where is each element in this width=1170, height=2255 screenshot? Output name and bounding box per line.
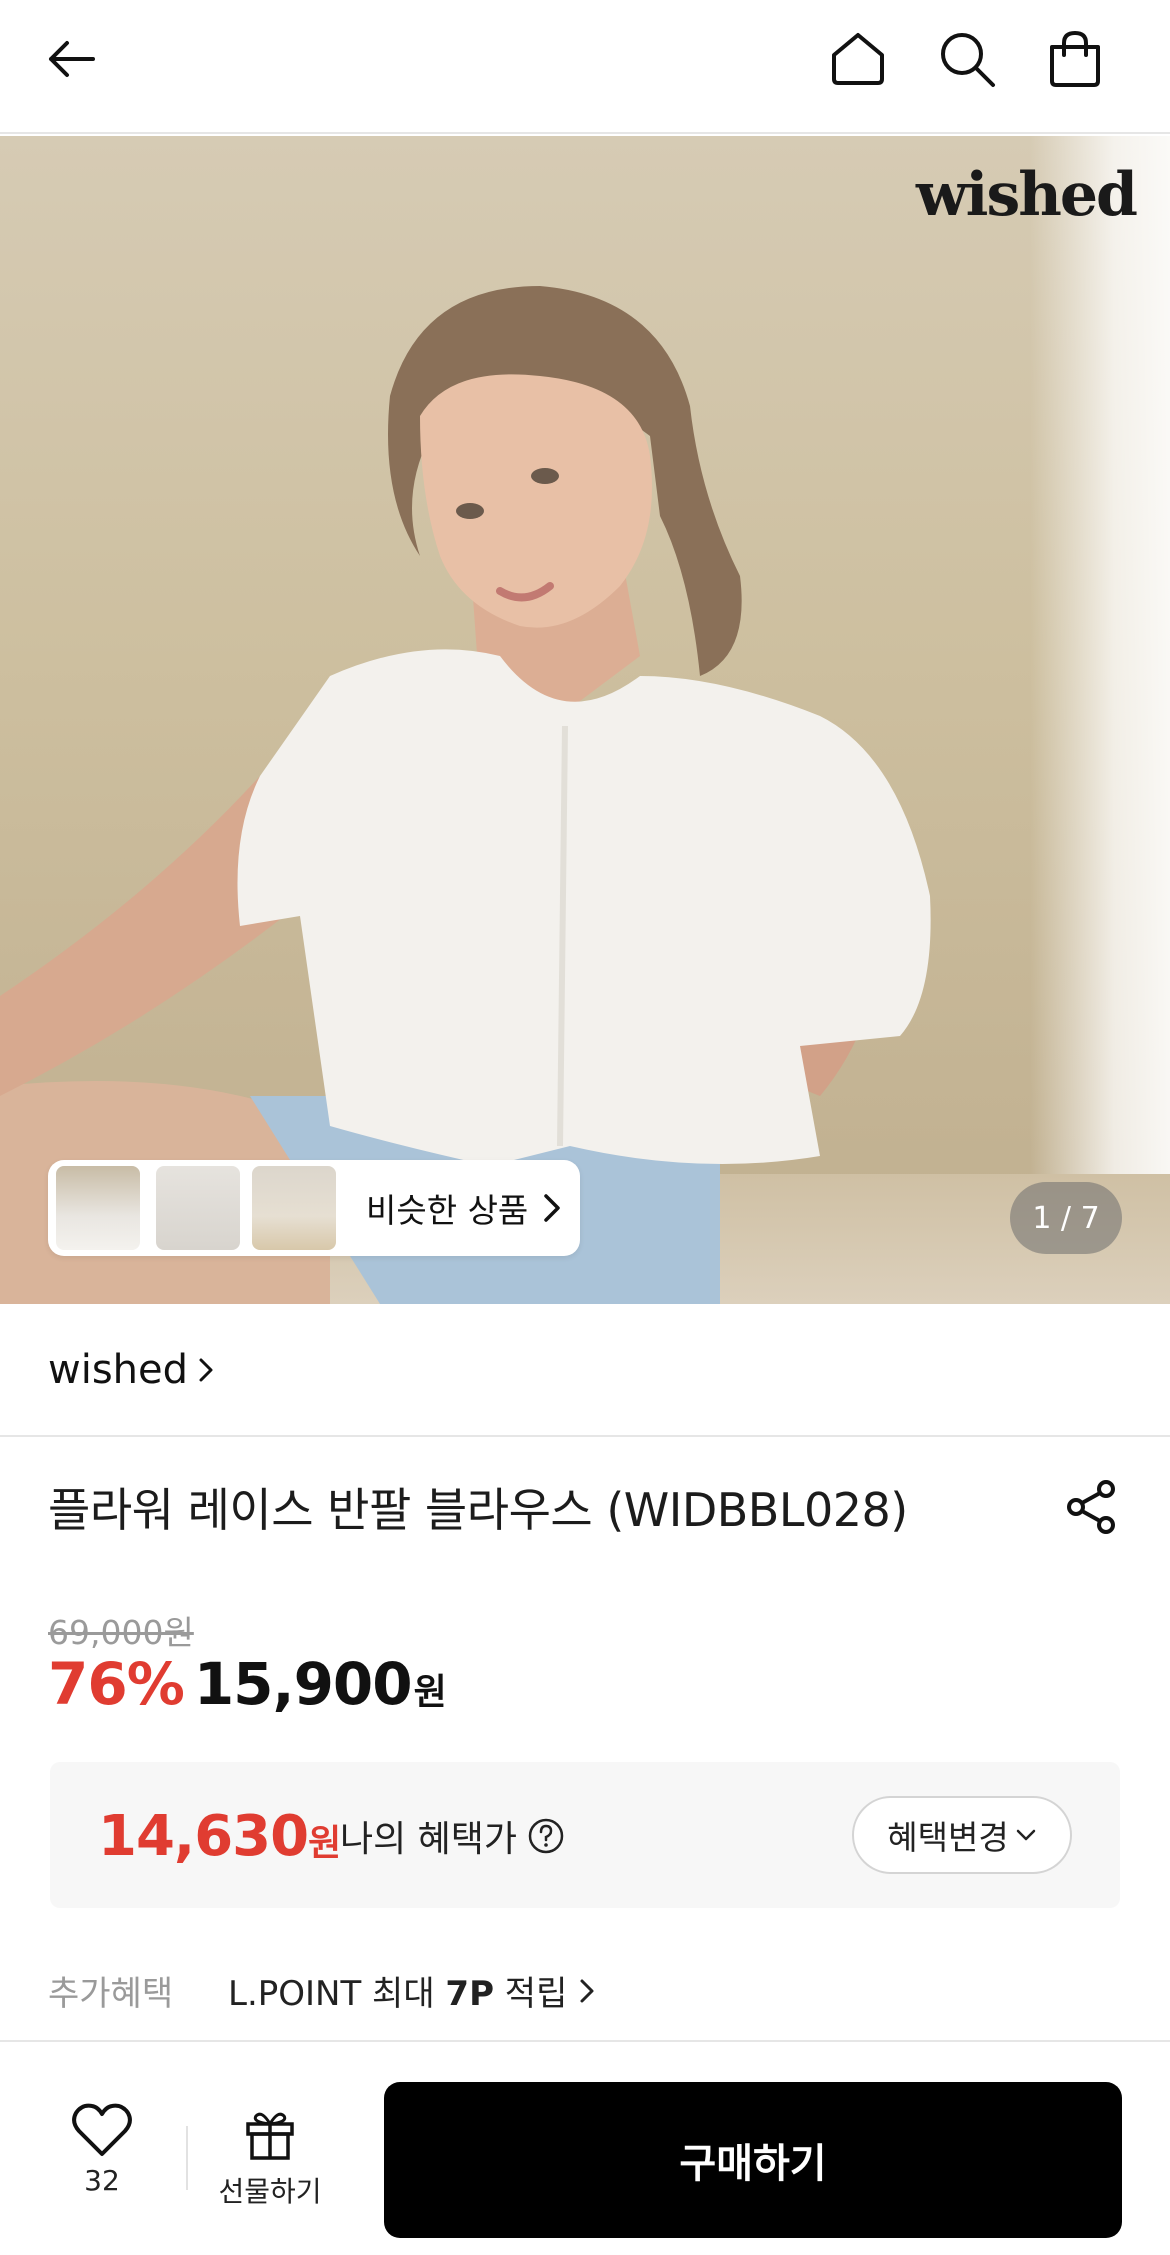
similar-product-thumbnail	[252, 1166, 336, 1250]
extra-benefit-label: 추가혜택	[48, 1974, 174, 2014]
change-benefit-button[interactable]: 혜택변경	[852, 1796, 1072, 1874]
product-image-carousel[interactable]: wished 비슷한 상품 1 / 7	[0, 136, 1170, 1304]
benefit-price: 14,630 원	[98, 1804, 341, 1869]
like-button[interactable]: 32	[60, 2102, 144, 2197]
image-counter: 1 / 7	[1010, 1182, 1122, 1254]
buy-button[interactable]: 구매하기	[384, 2082, 1122, 2238]
benefit-label-group: 나의 혜택가	[340, 1810, 565, 1862]
gift-label: 선물하기	[218, 2175, 322, 2208]
brand-link[interactable]: wished	[48, 1340, 214, 1400]
similar-products-label: 비슷한 상품	[366, 1191, 529, 1230]
product-title-row: 플라워 레이스 반팔 블라우스 (WIDBBL028)	[48, 1474, 1122, 1540]
bottom-divider	[186, 2126, 188, 2190]
gift-icon	[246, 2112, 294, 2160]
product-photo	[0, 286, 931, 1304]
heart-icon	[72, 2103, 132, 2156]
chevron-right-icon	[580, 1979, 594, 2002]
extra-benefit-row[interactable]: 추가혜택 L.POINT 최대 7P 적립	[48, 1966, 595, 2015]
chevron-down-icon	[1016, 1829, 1035, 1841]
currency-unit: 원	[413, 1672, 447, 1713]
home-icon	[832, 33, 884, 85]
cart-button[interactable]	[1038, 22, 1112, 96]
shopping-bag-icon	[1050, 30, 1100, 87]
section-divider	[0, 1435, 1170, 1437]
extra-benefit-text: L.POINT 최대 7P 적립	[228, 1974, 568, 2014]
bottom-action-bar: 32 선물하기 구매하기	[0, 2040, 1170, 2255]
gift-button[interactable]: 선물하기	[210, 2108, 330, 2210]
price-row: 76% 15,900 원	[48, 1650, 447, 1718]
benefit-currency-unit: 원	[308, 1823, 342, 1864]
arrow-left-icon	[49, 41, 95, 77]
home-button[interactable]	[821, 22, 895, 96]
sale-price: 15,900	[193, 1650, 413, 1718]
similar-product-thumbnail	[56, 1166, 140, 1250]
search-button[interactable]	[930, 22, 1004, 96]
similar-products-button[interactable]: 비슷한 상품	[48, 1160, 580, 1256]
help-icon[interactable]	[527, 1817, 565, 1855]
benefit-label: 나의 혜택가	[340, 1819, 518, 1860]
benefit-price-value: 14,630	[98, 1804, 309, 1869]
discount-rate: 76%	[48, 1650, 185, 1718]
like-count: 32	[84, 2164, 120, 2197]
brand-watermark: wished	[916, 160, 1138, 230]
similar-product-thumbnail	[156, 1166, 240, 1250]
original-price: 69,000원	[48, 1613, 194, 1652]
share-button[interactable]	[1062, 1477, 1122, 1537]
share-icon	[1067, 1480, 1115, 1534]
back-button[interactable]	[34, 22, 108, 96]
chevron-right-icon	[199, 1358, 213, 1382]
search-icon	[941, 33, 995, 87]
chevron-right-icon	[544, 1194, 561, 1222]
top-navigation-bar	[0, 0, 1170, 134]
brand-name: wished	[48, 1347, 189, 1393]
product-title: 플라워 레이스 반팔 블라우스 (WIDBBL028)	[48, 1483, 908, 1537]
change-benefit-label: 혜택변경	[887, 1818, 1009, 1857]
benefit-price-box: 14,630 원 나의 혜택가 혜택변경	[50, 1762, 1120, 1908]
